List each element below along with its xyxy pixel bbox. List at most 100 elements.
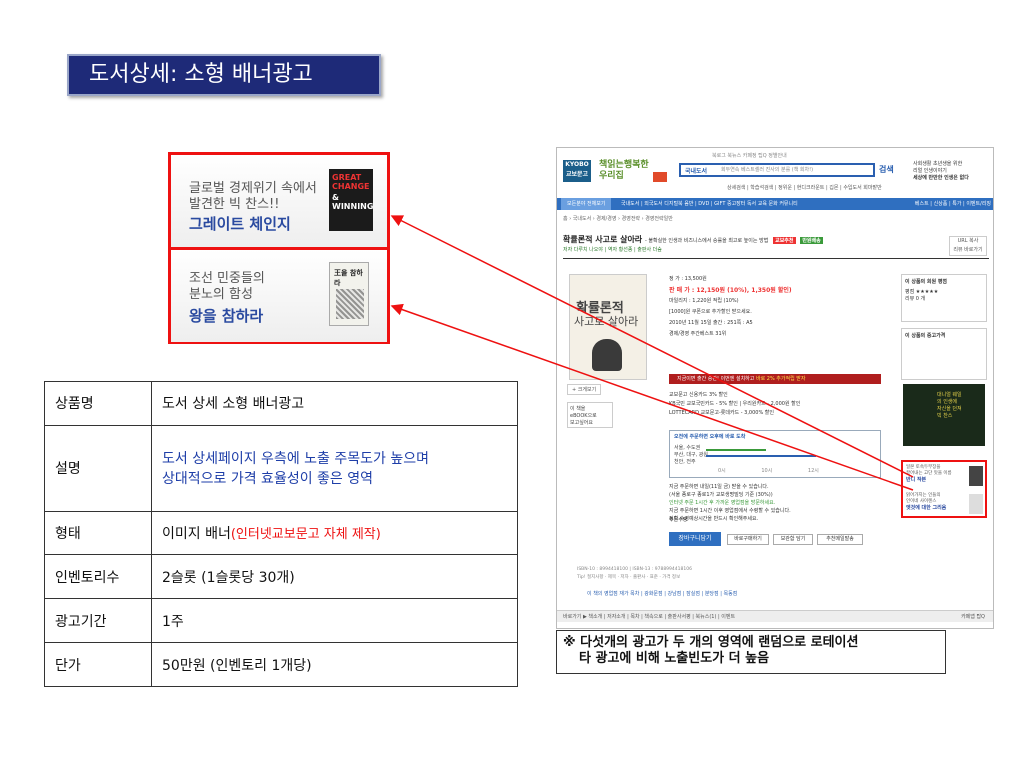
nav-items[interactable]: 국내도서 | 외국도서 디지털북 음반 | DVD | GIFT 중고장터 독서…: [621, 201, 798, 207]
book-cover-image: GREAT CHANGE & WINNING: [329, 169, 373, 231]
badge-recommend: 교보추천: [773, 237, 796, 244]
table-value: 도서 상세페이지 우측에 노출 주목도가 높으며 상대적으로 가격 효율성이 좋…: [151, 424, 518, 512]
banner-line: 발견한 빅 찬스!!: [189, 197, 280, 212]
spec-table: 상품명 도서 상세 소형 배너광고 설명 도서 상세페이지 우측에 노출 주목도…: [44, 381, 518, 687]
rating-line: 평점 ★★★★★: [905, 289, 939, 295]
table-row: 상품명 도서 상세 소형 배너광고: [44, 381, 518, 426]
table-row: 형태 이미지 배너(인터넷교보문고 자체 제작): [44, 510, 518, 556]
search-button[interactable]: 검색: [879, 164, 894, 175]
right-book-text: 대니얼 웨일 의 인생에 자신을 던져 빅 찬스: [937, 392, 962, 420]
search-sub-links[interactable]: 상세검색 | 학습석검색 | 정위운 | 현디크라운트 | 깁몬 | 수입도서 …: [727, 184, 882, 191]
slogan: 책읽는행복한 우리집: [599, 160, 649, 181]
delivery-times: 0시 10시 12시: [718, 468, 819, 474]
price-line: 2010년 11월 15일 출간 : 251쪽 : A5: [669, 320, 753, 326]
ad-thumbnail: [969, 494, 983, 514]
card-line: KB국민 교보국민카드 - 5% 할인 | 우리원카드 - 2,000원 할인: [669, 401, 801, 407]
small-banner-area: 일본 토속두부장을 끌어내는 고단 맛을 이름 반디 작본 읽어가지는 인들의 …: [901, 460, 987, 518]
table-key: 인벤토리수: [44, 554, 152, 600]
used-price-box: 이 상품의 중고가격: [901, 328, 987, 380]
top-ad[interactable]: 사회생활 초년생을 위한 리얼 인생이야기 세상에 만만한 인생은 없다: [913, 161, 989, 183]
promo-highlight: 바로 2% 추가적립 받자: [755, 376, 806, 382]
area-line: 부산, 대구, 광원,: [674, 452, 710, 458]
cover-text: GREAT CHANGE: [332, 173, 370, 191]
price-line: [1000]원 쿠폰으로 추가할인 받으세요.: [669, 309, 752, 315]
banner-great-change[interactable]: 글로벌 경제위기 속에서 발견한 빅 찬스!! 그레이트 체인지 GREAT C…: [171, 155, 387, 247]
cover-text: & WINNING: [332, 193, 374, 211]
cover-text: 王을 참하라: [334, 269, 363, 287]
small-ad-1[interactable]: 일본 토속두부장을 끌어내는 고단 맛을 이름 반디 작본: [906, 465, 952, 484]
area-line: 서울, 수도권: [674, 445, 701, 451]
badge-delivery: 만원배송: [800, 237, 823, 244]
cover-illustration: [336, 289, 364, 319]
table-key: 설명: [44, 424, 152, 512]
breadcrumb[interactable]: 홈 › 국내도서 › 경제/경영 › 경영전략 › 경영전략일반: [563, 215, 673, 222]
author-line[interactable]: 저자 다루치 나오야 | 역자 황선종 | 출판사 더숲: [563, 246, 662, 253]
book-title: 확률론적 사고로 살아라 - 불확실한 인생과 비즈니스에서 승률을 최고로 높…: [563, 234, 823, 245]
site-screenshot: KYOBO 교보문고 책읽는행복한 우리집 북로그 북뉴스 카페정 팁Q 정별안…: [556, 147, 994, 629]
bottom-right-links[interactable]: 카페앱 탑Q: [961, 611, 985, 623]
delivery-box: 오전에 주문하면 오후에 바로 도착 서울, 수도권 부산, 대구, 광원, 천…: [669, 430, 881, 478]
top-menu[interactable]: 북로그 북뉴스 카페정 팁Q 정별안내: [712, 152, 787, 159]
search-box[interactable]: 국내도서 회두연속 베스트셀러 진사의 분를 (책 회차!): [679, 163, 875, 177]
ebook-line: eBOOK으로: [570, 413, 597, 419]
url-buttons[interactable]: URL 복사 리뷰 바로가기: [949, 236, 987, 256]
url-copy-button[interactable]: URL 복사: [950, 237, 986, 246]
book-cover[interactable]: 확률론적 사고로 살아라: [569, 274, 647, 380]
note-line: 지금 주문하면 1시간 이후 영업점에서 수령할 수 있습니다.: [669, 508, 791, 514]
book-title-text: 확률론적 사고로 살아라: [563, 235, 643, 244]
note-line: 타 광고에 비해 노출빈도가 더 높음: [579, 651, 770, 666]
banner-king[interactable]: 조선 민중들의 분노의 함성 왕을 참하라 王을 참하라: [171, 250, 387, 342]
banner-samples: 글로벌 경제위기 속에서 발견한 빅 찬스!! 그레이트 체인지 GREAT C…: [168, 152, 390, 344]
right-book-ad[interactable]: 대니얼 웨일 의 인생에 자신을 던져 빅 찬스: [903, 384, 985, 446]
note-line: ※ 다섯개의 광고가 두 개의 영역에 랜덤으로 로테이션: [563, 635, 859, 650]
zoom-button[interactable]: + 크게보기: [567, 384, 602, 395]
cover-figure: [592, 339, 622, 371]
table-key: 형태: [44, 510, 152, 556]
ad-line: 사회생활 초년생을 위한: [913, 161, 963, 167]
table-value: 50만원 (인벤토리 1개당): [151, 642, 518, 687]
kyobo-logo[interactable]: KYOBO 교보문고: [563, 160, 591, 182]
table-value: 1주: [151, 598, 518, 644]
promo-bar[interactable]: 지금이면 출간 승관! 이번엔 설치하고 바로 2% 추가적립 받자: [669, 374, 881, 384]
book-text-line: 자신을 던져: [937, 406, 962, 412]
save-button[interactable]: 보관함 담기: [773, 534, 813, 545]
card-discounts: 교보문고 신용카드 3% 할인 KB국민 교보국민카드 - 5% 할인 | 우리…: [669, 391, 800, 418]
area-line: 천안, 전주: [674, 459, 696, 465]
table-value: 2슬롯 (1슬롯당 30개): [151, 554, 518, 600]
ad-line: 세상에 만만한 인생은 없다: [913, 175, 969, 181]
used-title: 이 상품의 중고가격: [905, 333, 946, 339]
nav-right[interactable]: 베스트 | 신상품 | 특가 | 이벤트/리징: [915, 198, 991, 210]
ebook-request-box[interactable]: 이 책을 eBOOK으로 보고싶어요: [567, 402, 613, 428]
ad-title: 반디 작본: [906, 477, 927, 483]
add-to-cart-button[interactable]: 장바구니담기: [669, 532, 721, 546]
book-text-line: 빅 찬스: [937, 413, 953, 419]
all-categories-button[interactable]: 모든분야 전체보기: [561, 198, 612, 210]
small-ad-2[interactable]: 읽어가지는 인들의 인이네 사이렌스 엣것에 대한 그리움: [906, 493, 946, 512]
ad-line: 리얼 인생이야기: [913, 168, 947, 174]
note-line: 인터넷 주문 1시간 후 가까운 영업점을 방문하세요.: [669, 500, 776, 506]
price-info: 정 가 : 13,500원 판 매 가 : 12,150원 (10%), 1,3…: [669, 274, 792, 340]
table-row: 설명 도서 상세페이지 우측에 노출 주목도가 높으며 상대적으로 가격 효율성…: [44, 424, 518, 512]
store-tabs[interactable]: 이 책의 영업점 재가 목차 | 광화문점 | 강남점 | 잠실점 | 분당점 …: [587, 590, 737, 597]
value-note: (인터넷교보문고 자체 제작): [230, 526, 381, 542]
book-text-line: 의 인생에: [937, 399, 957, 405]
card-line: LOTTECARD 교보문고-롯데카드 - 3,000% 할인: [669, 410, 774, 416]
table-key: 광고기간: [44, 598, 152, 644]
ad-title: 엣것에 대한 그리움: [906, 505, 947, 511]
search-category[interactable]: 국내도서: [685, 166, 707, 175]
rating-line: 리뷰 0 개: [905, 296, 926, 302]
value-line: 상대적으로 가격 효율성이 좋은 영역: [162, 471, 373, 488]
rating-title: 이 상품의 회원 평점: [905, 279, 948, 285]
recommend-mail-button[interactable]: 추천메일발송: [817, 534, 863, 545]
price-line: 판 매 가 : 12,150원 (10%), 1,350원 할인): [669, 287, 792, 294]
note-line: 지금 주문하면 내일(11일 금) 받을 수 있습니다.: [669, 484, 769, 490]
review-button[interactable]: 리뷰 바로가기: [950, 246, 986, 255]
quick-links[interactable]: 바로가기 ▶ 책소개 | 저자소개 | 목차 | 책속으로 | 출판사서평 | …: [563, 614, 735, 620]
rotation-note: ※ 다섯개의 광고가 두 개의 영역에 랜덤으로 로테이션 타 광고에 비해 노…: [556, 630, 946, 674]
buy-now-button[interactable]: 바로구매하기: [727, 534, 769, 545]
bottom-bar: 바로가기 ▶ 책소개 | 저자소개 | 목차 | 책속으로 | 출판사서평 | …: [557, 610, 993, 623]
search-input[interactable]: 회두연속 베스트셀러 진사의 분를 (책 회차!): [721, 166, 813, 173]
isbn-info: ISBN-10 : 8994418100 | ISBN-13 : 9788994…: [577, 566, 692, 582]
promo-text: 지금이면 출간 승관! 이번엔 설치하고: [677, 376, 755, 382]
banner-headline: 그레이트 체인지: [189, 215, 291, 233]
